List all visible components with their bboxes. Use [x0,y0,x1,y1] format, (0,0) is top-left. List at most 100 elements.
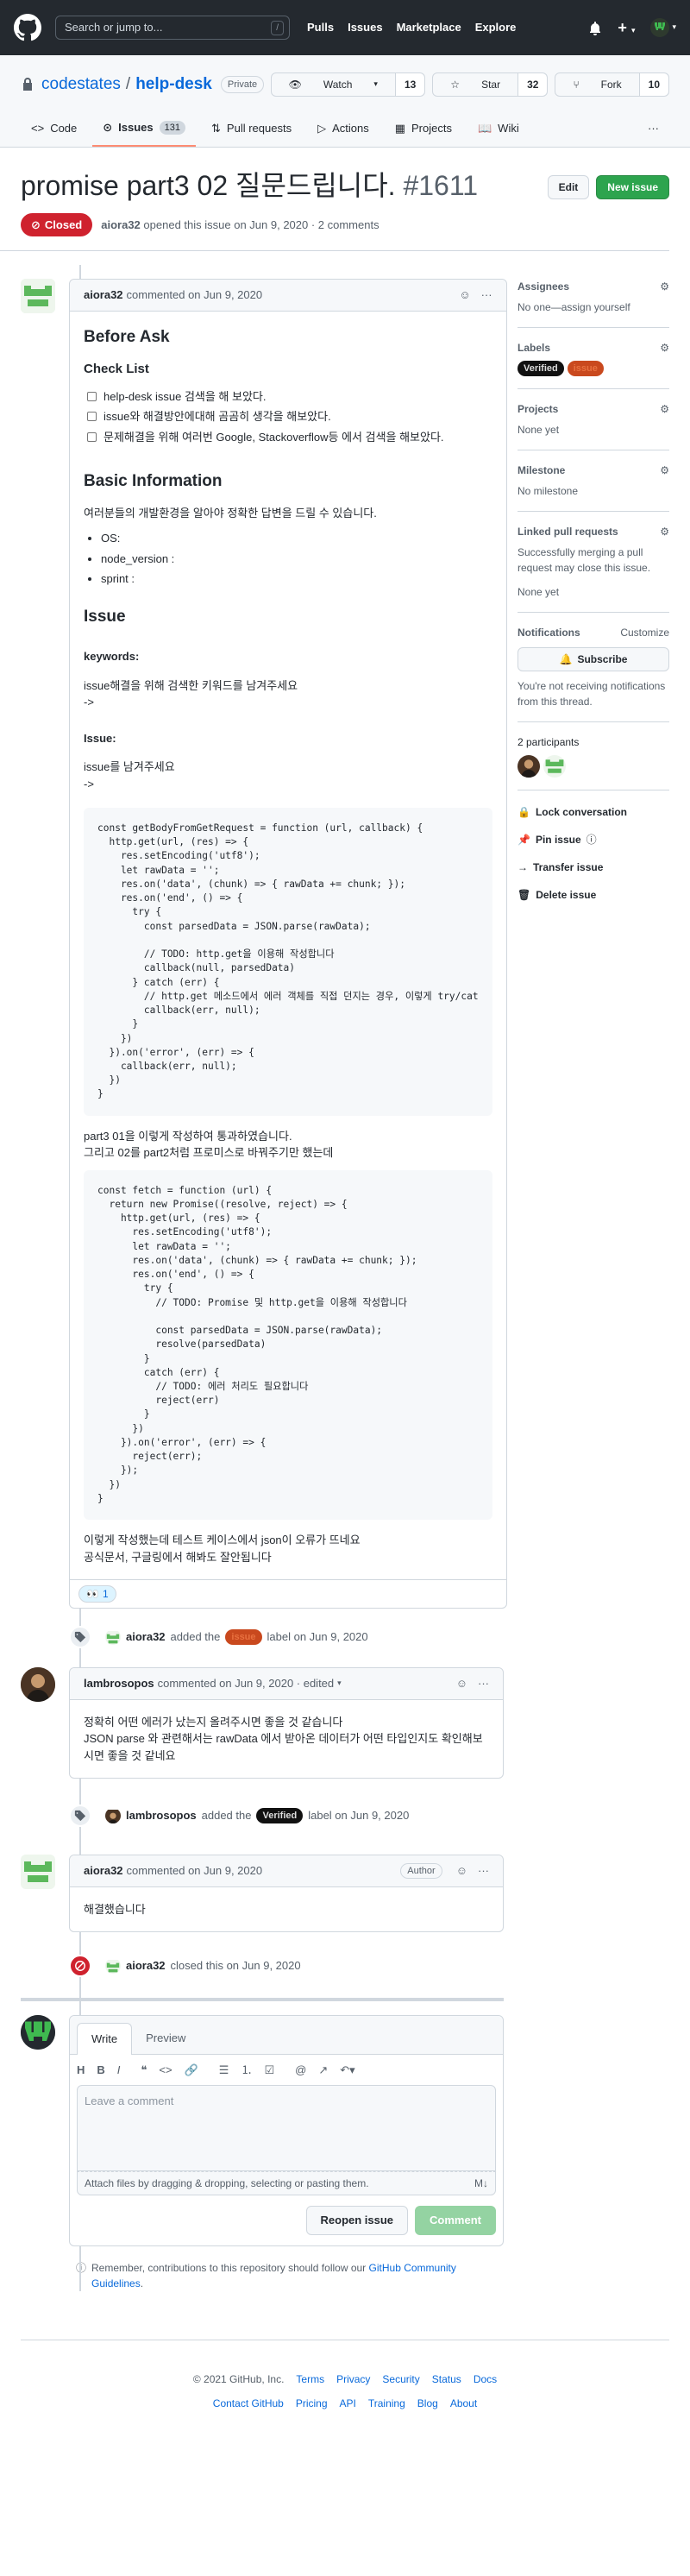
customize-link[interactable]: Customize [620,625,669,640]
github-logo-icon[interactable] [14,14,41,41]
gear-icon[interactable]: ⚙ [660,340,669,356]
chevron-down-icon[interactable]: ▾ [337,1678,342,1690]
checkbox[interactable] [87,412,97,422]
lock-conversation-button[interactable]: 🔒 Lock conversation [518,804,669,820]
italic-icon[interactable]: I [117,2062,121,2079]
footer-link-contact[interactable]: Contact GitHub [213,2396,284,2411]
comment-button[interactable]: Comment [415,2206,496,2235]
issue-label[interactable]: issue [567,361,604,376]
nav-marketplace[interactable]: Marketplace [397,19,461,36]
attach-files-bar[interactable]: Attach files by dragging & dropping, sel… [77,2171,496,2196]
avatar[interactable] [105,1629,121,1646]
participant-avatar[interactable] [518,755,540,778]
bullet-list-icon[interactable]: ☰ [219,2062,229,2079]
edit-button[interactable]: Edit [547,174,590,199]
plus-dropdown-icon[interactable]: + ▾ [618,16,635,40]
tab-wiki[interactable]: 📖 Wiki [467,112,530,147]
cross-reference-icon[interactable]: ↗ [318,2062,328,2079]
footer-link-training[interactable]: Training [368,2396,405,2411]
fork-button[interactable]: ⑂ Fork 10 [555,72,669,97]
smiley-icon[interactable]: ☺ [459,287,470,304]
smiley-icon[interactable]: ☺ [456,1862,467,1880]
delete-issue-button[interactable]: 🗑 Delete issue [518,887,669,903]
watch-button[interactable]: 👁 Watch ▾ 13 [270,72,426,97]
nav-explore[interactable]: Explore [475,19,517,36]
quote-icon[interactable]: ❝ [141,2062,147,2079]
nav-issues[interactable]: Issues [348,19,382,36]
comment-author[interactable]: aiora32 [84,287,123,304]
footer-link-about[interactable]: About [450,2396,477,2411]
event-author[interactable]: lambrosopos [126,1807,197,1824]
gear-icon[interactable]: ⚙ [660,524,669,539]
participant-avatar[interactable] [543,755,566,778]
task-list-icon[interactable]: ☑ [264,2062,274,2079]
tab-issues[interactable]: ⊙ Issues 131 [92,112,197,147]
fork-count[interactable]: 10 [638,73,668,96]
issue-label[interactable]: issue [225,1629,262,1646]
footer-link-privacy[interactable]: Privacy [336,2371,370,2387]
repo-owner-link[interactable]: codestates [41,72,121,98]
event-author[interactable]: aiora32 [126,1628,166,1646]
star-count[interactable]: 32 [518,73,548,96]
footer-link-pricing[interactable]: Pricing [296,2396,328,2411]
subscribe-button[interactable]: 🔔 Subscribe [518,647,669,671]
avatar[interactable] [21,279,55,313]
footer-link-docs[interactable]: Docs [474,2371,497,2387]
gear-icon[interactable]: ⚙ [660,463,669,478]
watch-count[interactable]: 13 [394,73,425,96]
gear-icon[interactable]: ⚙ [660,401,669,417]
tab-projects[interactable]: ▦ Projects [385,112,462,147]
repo-name-link[interactable]: help-desk [135,72,212,98]
kebab-menu-icon[interactable]: ··· [478,1675,489,1692]
tab-preview[interactable]: Preview [132,2023,199,2054]
reopen-issue-button[interactable]: Reopen issue [305,2206,409,2235]
tab-code[interactable]: <> Code [21,112,87,147]
search-input[interactable]: Search or jump to... / [55,16,290,40]
heading-icon[interactable]: H [77,2062,85,2079]
bell-icon[interactable] [588,19,602,36]
bold-icon[interactable]: B [97,2062,104,2079]
nav-pulls[interactable]: Pulls [307,19,334,36]
footer-link-api[interactable]: API [340,2396,356,2411]
assignees-value[interactable]: No one—assign yourself [518,299,669,315]
footer-link-blog[interactable]: Blog [417,2396,438,2411]
kebab-menu-icon[interactable]: ··· [478,1862,489,1880]
comment-textarea[interactable]: Leave a comment [77,2085,496,2172]
tab-actions[interactable]: ▷ Actions [307,112,380,147]
tab-pull-requests[interactable]: ⇅ Pull requests [201,112,302,147]
avatar[interactable] [105,1958,121,1975]
comment-meta[interactable]: commented on Jun 9, 2020 · edited [158,1675,335,1692]
gear-icon[interactable]: ⚙ [660,279,669,294]
event-author[interactable]: aiora32 [126,1957,166,1975]
more-tabs-icon[interactable]: ··· [637,112,669,147]
markdown-icon[interactable]: M↓ [474,2176,488,2191]
star-button[interactable]: ☆ Star 32 [432,72,549,97]
avatar[interactable] [105,1808,121,1824]
reply-icon[interactable]: ↶▾ [340,2062,354,2079]
smiley-icon[interactable]: ☺ [456,1675,467,1692]
issue-author[interactable]: aiora32 [101,218,141,231]
checkbox[interactable] [87,391,97,401]
reaction-eyes[interactable]: 👀 1 [78,1585,116,1603]
checkbox[interactable] [87,431,97,442]
verified-label[interactable]: Verified [256,1808,304,1824]
transfer-issue-button[interactable]: → Transfer issue [518,860,669,875]
new-issue-button[interactable]: New issue [596,174,669,199]
footer-link-security[interactable]: Security [382,2371,419,2387]
tab-write[interactable]: Write [77,2023,133,2055]
pin-issue-button[interactable]: 📌 Pin issue ⓘ [518,832,669,847]
verified-label[interactable]: Verified [518,361,564,376]
comment-author[interactable]: lambrosopos [84,1675,154,1692]
numbered-list-icon[interactable]: ⒈ [241,2062,252,2079]
code-icon[interactable]: <> [159,2062,172,2079]
user-avatar[interactable]: ▾ [650,18,676,37]
link-icon[interactable]: 🔗 [185,2062,198,2079]
avatar[interactable] [21,1667,55,1703]
footer-link-terms[interactable]: Terms [296,2371,324,2387]
avatar[interactable] [21,1855,55,1890]
mention-icon[interactable]: @ [295,2062,306,2079]
kebab-menu-icon[interactable]: ··· [481,287,492,304]
footer-link-status[interactable]: Status [432,2371,461,2387]
avatar[interactable] [21,2015,55,2050]
comment-author[interactable]: aiora32 [84,1862,123,1880]
